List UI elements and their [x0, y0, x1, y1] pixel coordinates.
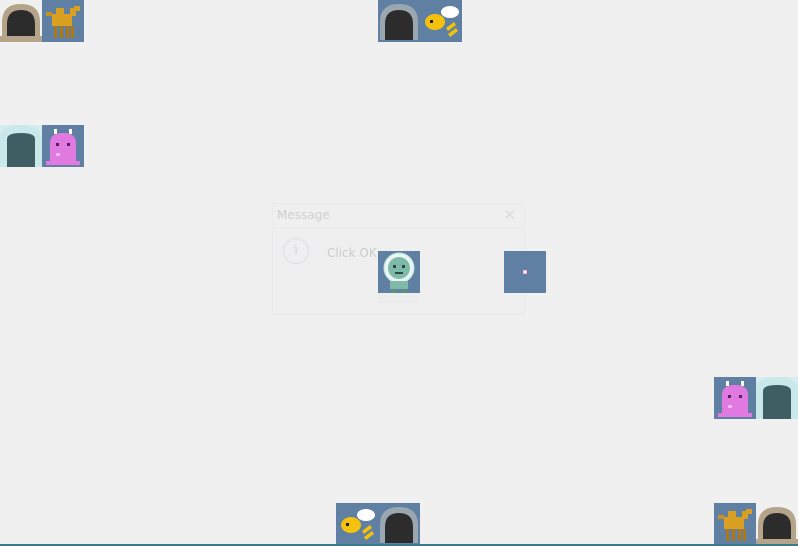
close-icon[interactable]: ✕	[503, 206, 516, 224]
tunnel-icon[interactable]	[756, 503, 798, 545]
dialog-titlebar: Message ✕	[273, 204, 524, 229]
info-icon: i	[283, 238, 309, 264]
cursor-marker	[523, 270, 527, 274]
dialog-message: Click OK	[327, 246, 377, 260]
alien-icon[interactable]	[714, 377, 756, 419]
tunnel-icon[interactable]	[0, 0, 42, 42]
astronaut-icon[interactable]	[378, 251, 420, 293]
bee-icon[interactable]	[420, 0, 462, 42]
camel-icon[interactable]	[714, 503, 756, 545]
dialog-title: Message	[277, 208, 330, 222]
alien-icon[interactable]	[42, 125, 84, 167]
camel-icon[interactable]	[42, 0, 84, 42]
door-icon[interactable]	[756, 377, 798, 419]
tunnel-icon[interactable]	[378, 503, 420, 545]
bee-icon[interactable]	[336, 503, 378, 545]
cursor-tile[interactable]	[504, 251, 546, 293]
game-board: Message ✕ i Click OK	[0, 0, 798, 546]
door-icon[interactable]	[0, 125, 42, 167]
tunnel-icon[interactable]	[378, 0, 420, 42]
